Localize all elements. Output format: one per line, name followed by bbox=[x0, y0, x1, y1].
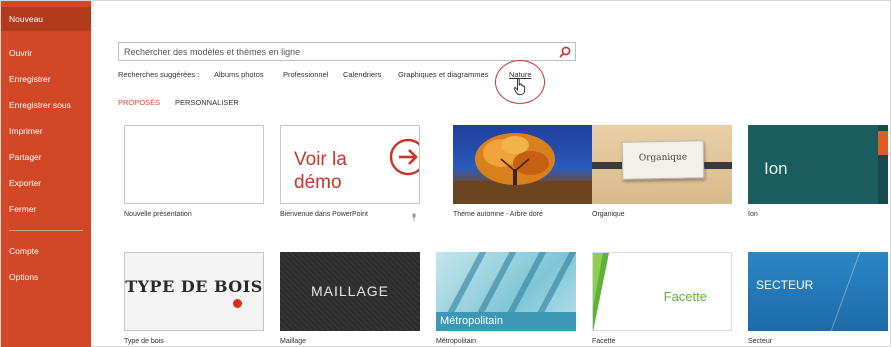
typebois-dot bbox=[233, 299, 242, 308]
ion-accent bbox=[878, 131, 888, 155]
template-caption-ion: Ion bbox=[748, 211, 758, 218]
secteur-preview-text: SECTEUR bbox=[756, 278, 814, 292]
sidebar-divider bbox=[9, 230, 83, 231]
nav-item-exporter[interactable]: Exporter bbox=[1, 171, 91, 195]
pin-icon bbox=[412, 213, 416, 222]
nav-item-partager[interactable]: Partager bbox=[1, 145, 91, 169]
arrow-right-circle-icon bbox=[389, 138, 419, 176]
suggested-link-calendriers[interactable]: Calendriers bbox=[343, 70, 381, 79]
nav-item-nouveau[interactable]: Nouveau bbox=[1, 7, 91, 31]
template-caption-metropolitain: Métropolitain bbox=[436, 338, 477, 345]
nav-item-imprimer[interactable]: Imprimer bbox=[1, 119, 91, 143]
template-caption-type-de-bois: Type de bois bbox=[124, 338, 164, 345]
tab-personnaliser[interactable]: PERSONNALISER bbox=[175, 98, 239, 107]
nav-item-options[interactable]: Options bbox=[1, 265, 91, 289]
suggested-link-graphiques[interactable]: Graphiques et diagrammes bbox=[398, 70, 488, 79]
template-thumb-metropolitain[interactable]: Métropolitain bbox=[436, 252, 576, 331]
template-caption-nouvelle-presentation: Nouvelle présentation bbox=[124, 211, 192, 218]
template-search-box bbox=[118, 42, 576, 61]
template-caption-maillage: Maillage bbox=[280, 338, 307, 345]
backstage-sidebar: Nouveau Ouvrir Enregistrer Enregistrer s… bbox=[1, 1, 91, 347]
suggested-link-albums-photos[interactable]: Albums photos bbox=[214, 70, 264, 79]
template-thumb-maillage[interactable]: MAILLAGE bbox=[280, 252, 420, 331]
template-thumb-bienvenue[interactable]: Voir la démo bbox=[280, 125, 420, 204]
secteur-line bbox=[825, 252, 862, 331]
nav-item-enregistrer-sous[interactable]: Enregistrer sous bbox=[1, 93, 91, 117]
search-button[interactable] bbox=[558, 45, 572, 59]
backstage-window: Nouveau Ouvrir Enregistrer Enregistrer s… bbox=[0, 0, 891, 347]
tab-proposes[interactable]: PROPOSÉS bbox=[118, 98, 160, 107]
template-caption-facette: Facette bbox=[592, 338, 616, 345]
ion-preview-text: Ion bbox=[764, 159, 788, 178]
template-thumb-automne[interactable] bbox=[453, 125, 593, 204]
nav-item-fermer[interactable]: Fermer bbox=[1, 197, 91, 221]
organique-card: Organique bbox=[621, 140, 705, 180]
hand-pointer-icon bbox=[513, 78, 526, 96]
template-thumb-ion[interactable]: Ion bbox=[748, 125, 888, 204]
autumn-tree-image bbox=[453, 133, 593, 204]
search-input[interactable] bbox=[119, 43, 549, 60]
template-caption-bienvenue: Bienvenue dans PowerPoint bbox=[280, 211, 368, 218]
template-caption-secteur: Secteur bbox=[748, 338, 773, 345]
facette-preview-text: Facette bbox=[663, 289, 707, 304]
maillage-preview-text: MAILLAGE bbox=[310, 283, 390, 299]
nav-item-compte[interactable]: Compte bbox=[1, 239, 91, 263]
template-thumb-organique[interactable]: Organique bbox=[592, 125, 732, 204]
suggested-link-professionnel[interactable]: Professionnel bbox=[283, 70, 328, 79]
template-thumb-nouvelle-presentation[interactable] bbox=[124, 125, 264, 204]
demo-preview-text: Voir la démo bbox=[294, 149, 347, 193]
template-caption-organique: Organique bbox=[592, 211, 625, 218]
search-icon bbox=[559, 46, 571, 58]
suggested-searches-label: Recherches suggérées : bbox=[118, 70, 200, 79]
nav-item-ouvrir[interactable]: Ouvrir bbox=[1, 41, 91, 65]
nav-item-enregistrer[interactable]: Enregistrer bbox=[1, 67, 91, 91]
organique-preview-text: Organique bbox=[638, 152, 688, 164]
template-thumb-facette[interactable]: Facette bbox=[592, 252, 732, 331]
template-thumb-type-de-bois[interactable]: TYPE DE BOIS bbox=[124, 252, 264, 331]
template-thumb-secteur[interactable]: SECTEUR bbox=[748, 252, 888, 331]
template-caption-automne: Thème automne - Arbre doré bbox=[453, 211, 543, 218]
metro-preview-text: Métropolitain bbox=[440, 315, 503, 327]
typebois-preview-text: TYPE DE BOIS bbox=[125, 277, 263, 296]
